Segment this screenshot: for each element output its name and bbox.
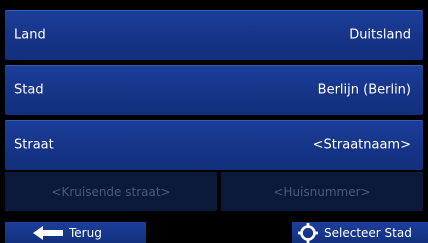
city-value: Berlijn (Berlin) [317,82,411,98]
back-button[interactable]: Terug [5,222,146,243]
street-label: Straat [14,137,54,153]
street-value: <Straatnaam> [312,137,411,153]
back-button-label: Terug [69,225,102,240]
crosshair-icon [298,222,318,243]
address-entry-screen: Land Duitsland Stad Berlijn (Berlin) Str… [0,0,428,243]
street-row[interactable]: Straat <Straatnaam> [5,120,423,170]
city-row[interactable]: Stad Berlijn (Berlin) [5,65,423,115]
country-label: Land [14,27,46,43]
country-row[interactable]: Land Duitsland [5,10,423,60]
crossing-street-field: <Kruisende straat> [5,172,217,211]
country-value: Duitsland [349,27,411,43]
house-number-field: <Huisnummer> [221,172,423,211]
arrow-left-icon [33,225,63,240]
select-city-button[interactable]: Selecteer Stad [292,222,428,243]
select-city-label: Selecteer Stad [324,225,412,240]
city-label: Stad [14,82,44,98]
